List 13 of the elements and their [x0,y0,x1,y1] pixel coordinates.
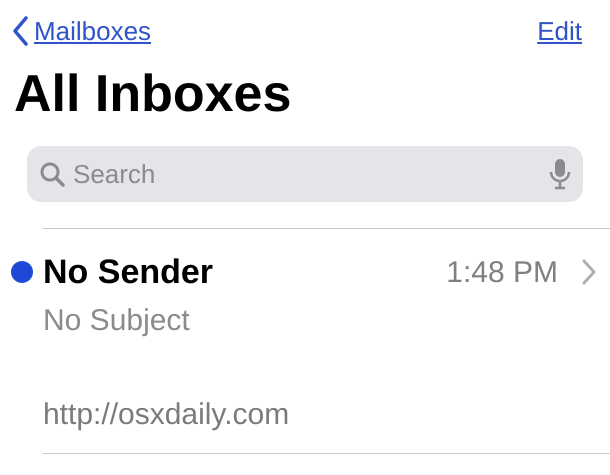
edit-link[interactable]: Edit [537,12,582,50]
page-title: All Inboxes [13,64,292,125]
search-icon [39,161,65,187]
search-bar[interactable]: Search [27,146,583,202]
message-subject: No Subject [42,303,191,339]
message-preview: http://osxdaily.com [42,397,290,433]
message-time: 1:48 PM [446,254,558,290]
chevron-right-icon [582,259,596,285]
back-link[interactable]: Mailboxes [12,12,152,50]
search-field[interactable]: Search [73,154,541,194]
chevron-left-icon [12,16,28,46]
microphone-icon[interactable] [549,158,571,190]
message-sender: No Sender [43,252,214,292]
